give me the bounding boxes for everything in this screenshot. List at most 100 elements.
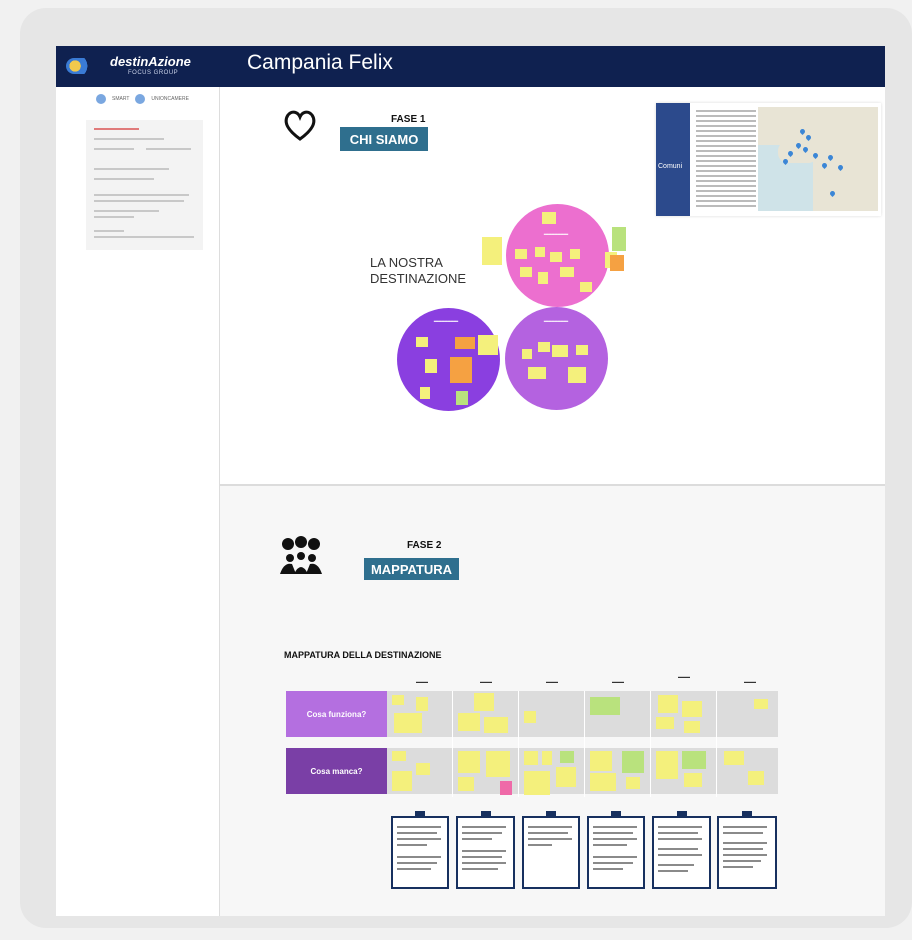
sticky-note-green[interactable] bbox=[622, 751, 644, 773]
destination-title-line2: DESTINAZIONE bbox=[370, 271, 467, 286]
sticky-note[interactable] bbox=[522, 349, 532, 359]
map-thumbnail[interactable] bbox=[758, 107, 878, 211]
board-header: destinAzione FOCUS GROUP Campania Felix bbox=[56, 46, 885, 87]
column-header: ▬▬▬ bbox=[744, 679, 756, 684]
doc-line bbox=[94, 168, 169, 170]
sticky-note[interactable] bbox=[658, 695, 678, 713]
sticky-note[interactable] bbox=[550, 252, 562, 262]
sticky-note[interactable] bbox=[590, 773, 616, 791]
sticky-note[interactable] bbox=[570, 249, 580, 259]
sticky-note[interactable] bbox=[482, 237, 502, 265]
mapping-grid: Cosa funziona? Cosa manca? bbox=[286, 691, 778, 797]
sticky-note[interactable] bbox=[392, 695, 404, 705]
sticky-note-green[interactable] bbox=[590, 697, 620, 715]
sticky-note[interactable] bbox=[458, 777, 474, 791]
document-card[interactable] bbox=[86, 120, 203, 250]
sticky-note[interactable] bbox=[524, 751, 538, 765]
sticky-note[interactable] bbox=[394, 713, 422, 733]
sticky-note[interactable] bbox=[416, 763, 430, 775]
people-discussion-icon bbox=[280, 536, 322, 574]
doc-line bbox=[94, 138, 164, 140]
phase1-pill: CHI SIAMO bbox=[340, 127, 428, 151]
sticky-note[interactable] bbox=[474, 693, 494, 711]
sticky-note[interactable] bbox=[626, 777, 640, 789]
doc-line bbox=[94, 178, 154, 180]
whiteboard[interactable]: destinAzione FOCUS GROUP Campania Felix … bbox=[56, 46, 885, 916]
sticky-note[interactable] bbox=[684, 721, 700, 733]
sticky-note[interactable] bbox=[520, 267, 532, 277]
destination-title: LA NOSTRA DESTINAZIONE bbox=[370, 255, 466, 287]
summary-box[interactable] bbox=[456, 811, 515, 889]
sticky-note[interactable] bbox=[538, 342, 550, 352]
sticky-note[interactable] bbox=[656, 717, 674, 729]
heart-icon bbox=[284, 110, 316, 141]
sticky-note[interactable] bbox=[748, 771, 764, 785]
sticky-note-pink[interactable] bbox=[500, 781, 512, 795]
phase1-label: FASE 1 bbox=[391, 114, 426, 125]
sticky-note[interactable] bbox=[552, 345, 568, 357]
sticky-note[interactable] bbox=[524, 771, 550, 795]
sticky-note-orange[interactable] bbox=[610, 255, 624, 271]
summary-box[interactable] bbox=[522, 811, 580, 889]
unioncamere-logo-icon bbox=[135, 94, 146, 104]
summary-box[interactable] bbox=[717, 811, 777, 889]
destination-title-line1: LA NOSTRA bbox=[370, 255, 443, 270]
sticky-note-green[interactable] bbox=[682, 751, 706, 769]
sticky-note[interactable] bbox=[425, 359, 437, 373]
doc-line bbox=[94, 230, 124, 232]
sticky-note[interactable] bbox=[682, 701, 702, 717]
doc-line bbox=[94, 194, 189, 196]
sticky-note[interactable] bbox=[528, 367, 546, 379]
board-title: Campania Felix bbox=[247, 51, 393, 74]
sticky-note[interactable] bbox=[478, 335, 498, 355]
sticky-note[interactable] bbox=[538, 272, 548, 284]
sticky-note[interactable] bbox=[484, 717, 508, 733]
comuni-card[interactable]: Comuni bbox=[656, 103, 881, 216]
column-header: ▬▬▬ bbox=[612, 679, 624, 684]
sticky-note-green[interactable] bbox=[456, 391, 468, 405]
sticky-note[interactable] bbox=[542, 751, 552, 765]
doc-line bbox=[94, 216, 134, 218]
sticky-note[interactable] bbox=[458, 713, 480, 731]
summary-box[interactable] bbox=[391, 811, 449, 889]
sticky-note[interactable] bbox=[392, 751, 406, 761]
phase2-label: FASE 2 bbox=[407, 540, 442, 551]
sticky-note-green[interactable] bbox=[560, 751, 574, 763]
sticky-note[interactable] bbox=[576, 345, 588, 355]
sticky-note[interactable] bbox=[754, 699, 768, 709]
doc-line bbox=[94, 148, 134, 150]
comuni-list bbox=[696, 107, 756, 210]
sticky-note[interactable] bbox=[392, 771, 412, 791]
row-works bbox=[387, 691, 778, 737]
summary-box[interactable] bbox=[652, 811, 711, 889]
phase2-pill: MAPPATURA bbox=[364, 558, 459, 580]
sticky-note[interactable] bbox=[416, 697, 428, 711]
map-land bbox=[813, 137, 878, 211]
sticky-note-orange[interactable] bbox=[455, 337, 475, 349]
comuni-label: Comuni bbox=[658, 163, 683, 170]
sticky-note[interactable] bbox=[580, 282, 592, 292]
sticky-note-orange[interactable] bbox=[450, 357, 472, 383]
sticky-note[interactable] bbox=[535, 247, 545, 257]
sticky-note-green[interactable] bbox=[612, 227, 626, 251]
sticky-note[interactable] bbox=[684, 773, 702, 787]
partner-unioncamere: UNIONCAMERE bbox=[151, 96, 189, 102]
sticky-note[interactable] bbox=[515, 249, 527, 259]
summary-box[interactable] bbox=[587, 811, 645, 889]
bubble-label-pink: ━━━━━━━━ bbox=[543, 232, 569, 238]
mapping-title: MAPPATURA DELLA DESTINAZIONE bbox=[284, 650, 442, 660]
sticky-note[interactable] bbox=[420, 387, 430, 399]
logo-subtitle: FOCUS GROUP bbox=[128, 70, 179, 76]
sticky-note[interactable] bbox=[724, 751, 744, 765]
bubble-label-purple: ━━━━━━━━ bbox=[433, 319, 459, 325]
sticky-note[interactable] bbox=[568, 367, 586, 383]
sticky-note[interactable] bbox=[416, 337, 428, 347]
sticky-note[interactable] bbox=[524, 711, 536, 723]
sticky-note[interactable] bbox=[458, 751, 480, 773]
sticky-note[interactable] bbox=[556, 767, 576, 787]
sticky-note[interactable] bbox=[486, 751, 510, 777]
sticky-note[interactable] bbox=[560, 267, 574, 277]
sticky-note[interactable] bbox=[656, 751, 678, 779]
sticky-note[interactable] bbox=[590, 751, 612, 771]
sticky-note[interactable] bbox=[542, 212, 556, 224]
